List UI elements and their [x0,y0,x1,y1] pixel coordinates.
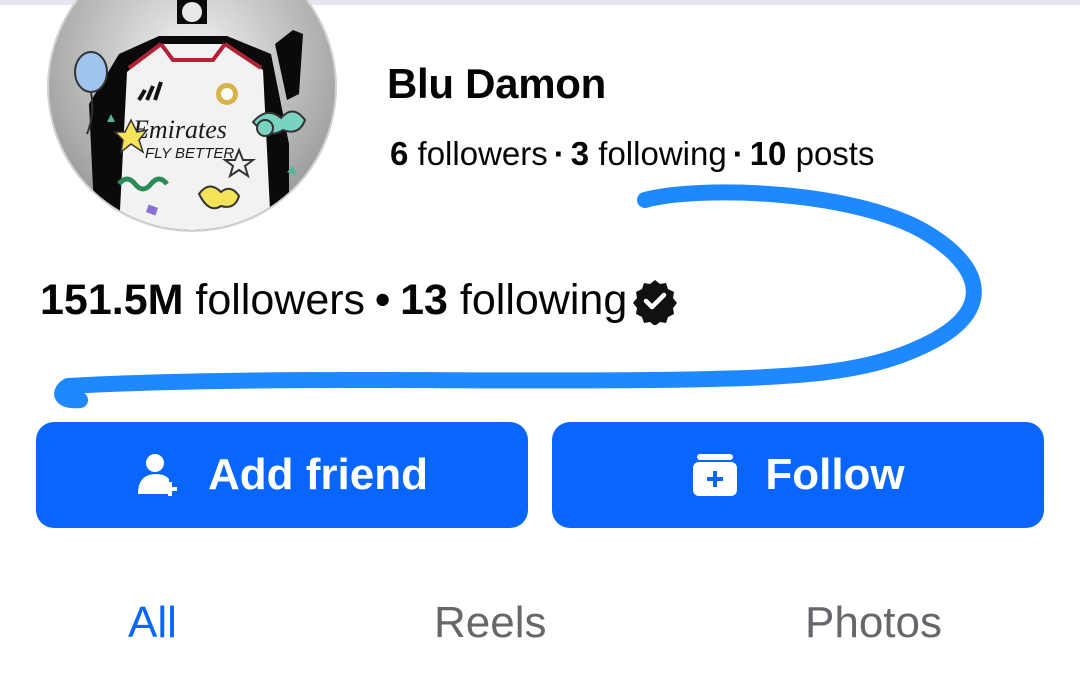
posts-label[interactable]: posts [796,135,875,172]
tab-reels[interactable]: Reels [434,598,547,648]
page-followers-count: 151.5M [40,276,184,324]
profile-screen: Emirates FLY BETTER Blu Damon 6 follower… [0,0,1080,694]
add-friend-button[interactable]: Add friend [36,422,528,528]
page-stats-separator: • [375,276,391,324]
verified-badge-icon [631,277,679,326]
avatar[interactable]: Emirates FLY BETTER [49,0,335,230]
page-followers-label[interactable]: followers [195,276,365,325]
follow-label: Follow [765,450,905,499]
tab-photos[interactable]: Photos [805,598,942,648]
add-friend-label: Add friend [208,450,428,499]
tab-all[interactable]: All [128,598,177,648]
personal-stats: 6 followers · 3 following · 10 posts [390,135,874,173]
jersey-slogan-text: FLY BETTER [145,145,234,162]
page-following-label[interactable]: following [460,276,627,325]
follow-box-icon [691,452,739,498]
person-add-icon [136,452,182,498]
stats-separator: · [732,135,744,172]
following-count: 3 [570,135,590,172]
page-following-count: 13 [400,276,448,324]
profile-tabs: All Reels Photos [0,598,1080,668]
following-label[interactable]: following [598,135,726,172]
follow-button[interactable]: Follow [552,422,1044,528]
posts-count: 10 [749,135,787,172]
followers-label[interactable]: followers [418,135,548,172]
followers-count: 6 [390,135,409,172]
page-stats: 151.5M followers • 13 following [40,276,679,326]
profile-name: Blu Damon [387,60,606,107]
stats-separator: · [553,135,565,172]
